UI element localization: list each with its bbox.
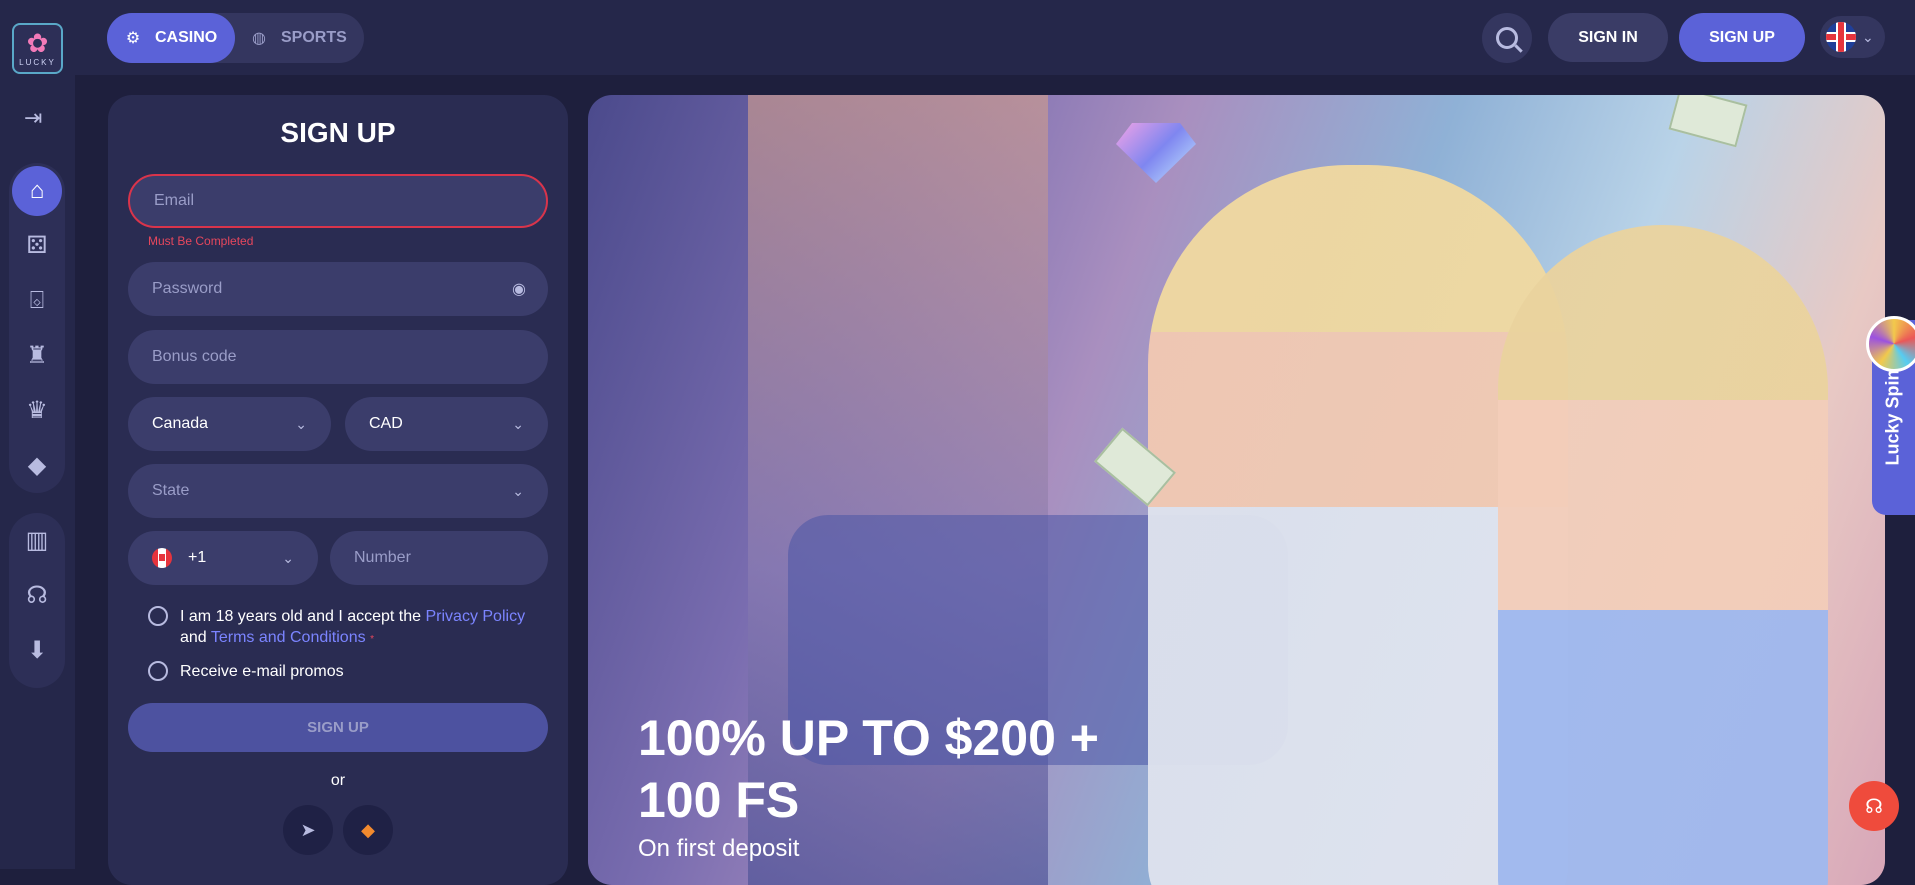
promos-label: Receive e-mail promos — [180, 663, 344, 680]
sidebar-item-loyalty[interactable]: ◆ — [9, 438, 65, 493]
sign-up-button[interactable]: SIGN UP — [1679, 13, 1805, 62]
basketball-icon: ◍ — [252, 30, 266, 47]
state-placeholder: State — [152, 482, 190, 499]
headphones-icon: ☊ — [1865, 795, 1883, 818]
password-field[interactable]: Password ◉ — [128, 262, 548, 316]
required-mark: * — [370, 634, 374, 645]
sidebar-item-support[interactable]: ☊ — [9, 568, 65, 623]
chevron-down-icon: ⌄ — [282, 549, 294, 566]
terms-prefix: I am 18 years old and I accept the — [180, 608, 422, 625]
email-error: Must Be Completed — [148, 234, 254, 248]
hero-banner[interactable]: 100% UP TO $200 + 100 FS On first deposi… — [588, 95, 1885, 885]
search-button[interactable] — [1482, 13, 1532, 63]
submit-signup-button[interactable]: SIGN UP — [128, 703, 548, 752]
casino-chip-icon: ⚙ — [125, 30, 141, 47]
email-placeholder: Email — [154, 192, 195, 209]
sports-tab-label: SPORTS — [281, 29, 347, 46]
phone-code-select[interactable]: +1 ⌄ — [128, 531, 318, 585]
sidebar-item-home[interactable]: ⌂ — [9, 163, 65, 218]
phone-code-value: +1 — [188, 549, 207, 566]
sidebar: ⇥ ⌂ ⚄ ⌺ ♜ ♛ ◆ ▥ ☊ ⬇ — [0, 75, 75, 869]
sidebar-item-bonuses[interactable]: ⌺ — [9, 273, 65, 328]
fortune-wheel-icon[interactable] — [1866, 316, 1915, 372]
eye-icon[interactable]: ◉ — [512, 279, 526, 299]
terms-and: and — [180, 629, 207, 646]
sidebar-support-group: ▥ ☊ ⬇ — [9, 513, 65, 688]
currency-select[interactable]: CAD ⌄ — [345, 397, 548, 451]
hero-headline-line2: 100 FS — [638, 772, 800, 828]
search-icon — [1496, 27, 1518, 49]
telegram-icon: ➤ — [300, 819, 316, 840]
metamask-login-button[interactable]: ◆ — [343, 805, 393, 855]
diamond-illustration — [1116, 123, 1196, 183]
language-selector[interactable]: ⌄ — [1820, 16, 1885, 58]
logo-text: LUCKY — [19, 58, 56, 67]
support-chat-button[interactable]: ☊ — [1849, 781, 1899, 831]
sidebar-item-info[interactable]: ▥ — [9, 513, 65, 568]
crown-icon: ♛ — [26, 397, 48, 424]
hero-subtitle: On first deposit — [638, 835, 800, 862]
chevron-down-icon: ⌄ — [1862, 28, 1874, 45]
home-icon: ⌂ — [12, 165, 62, 216]
country-value: Canada — [152, 415, 209, 432]
telegram-login-button[interactable]: ➤ — [283, 805, 333, 855]
dice-icon: ⚄ — [26, 232, 48, 259]
chevron-down-icon: ⌄ — [295, 415, 307, 432]
signup-form: SIGN UP Email Must Be Completed Password… — [108, 95, 568, 885]
terms-text: I am 18 years old and I accept the Priva… — [180, 606, 528, 650]
trophy-icon: ♜ — [26, 342, 48, 369]
logo[interactable]: ✿ LUCKY — [12, 23, 63, 74]
sign-in-button[interactable]: SIGN IN — [1548, 13, 1668, 62]
bonus-code-field[interactable]: Bonus code — [128, 330, 548, 384]
diamond-icon: ◆ — [27, 452, 47, 479]
canada-flag-icon — [152, 548, 172, 568]
sidebar-item-games[interactable]: ⚄ — [9, 218, 65, 273]
terms-link[interactable]: Terms and Conditions — [211, 629, 366, 646]
sidebar-nav-group: ⌂ ⚄ ⌺ ♜ ♛ ◆ — [9, 163, 65, 493]
number-placeholder: Number — [354, 549, 411, 566]
hero-headline-line1: 100% UP TO $200 + — [638, 710, 1099, 766]
sports-tab[interactable]: ◍ SPORTS — [247, 13, 364, 63]
currency-value: CAD — [369, 415, 403, 432]
promos-checkbox[interactable] — [148, 661, 168, 681]
sidebar-item-vip[interactable]: ♛ — [9, 383, 65, 438]
uk-flag-icon — [1826, 22, 1856, 52]
email-field[interactable]: Email — [128, 174, 548, 228]
promos-consent: Receive e-mail promos — [148, 661, 344, 682]
terms-consent: I am 18 years old and I accept the Priva… — [148, 606, 528, 650]
casino-tab-label: CASINO — [155, 29, 218, 46]
sidebar-item-download[interactable]: ⬇ — [9, 623, 65, 678]
chevron-down-icon: ⌄ — [512, 415, 524, 432]
password-placeholder: Password — [152, 280, 223, 297]
collapse-icon[interactable]: ⇥ — [24, 105, 42, 131]
phone-number-field[interactable]: Number — [330, 531, 548, 585]
banknote-illustration — [1668, 95, 1748, 148]
gift-icon: ⌺ — [29, 286, 45, 314]
clover-icon: ✿ — [26, 28, 49, 58]
form-title: SIGN UP — [280, 117, 396, 148]
country-select[interactable]: Canada ⌄ — [128, 397, 331, 451]
sidebar-item-tournaments[interactable]: ♜ — [9, 328, 65, 383]
hero-headline: 100% UP TO $200 + 100 FS — [638, 707, 1099, 831]
terms-checkbox[interactable] — [148, 606, 168, 626]
chevron-down-icon: ⌄ — [512, 482, 524, 499]
mode-switch: ⚙ CASINO ◍ SPORTS — [107, 13, 364, 63]
lucky-spin-label: Lucky Spin — [1883, 369, 1903, 466]
state-select[interactable]: State ⌄ — [128, 464, 548, 518]
privacy-policy-link[interactable]: Privacy Policy — [425, 608, 525, 625]
bonus-placeholder: Bonus code — [152, 348, 237, 365]
download-icon: ⬇ — [26, 637, 48, 664]
or-divider: or — [330, 772, 346, 789]
metamask-icon: ◆ — [361, 819, 375, 840]
book-icon: ▥ — [25, 527, 49, 554]
hero-woman-illustration — [1498, 225, 1828, 885]
casino-tab[interactable]: ⚙ CASINO — [107, 13, 235, 63]
headphones-icon: ☊ — [26, 582, 48, 609]
